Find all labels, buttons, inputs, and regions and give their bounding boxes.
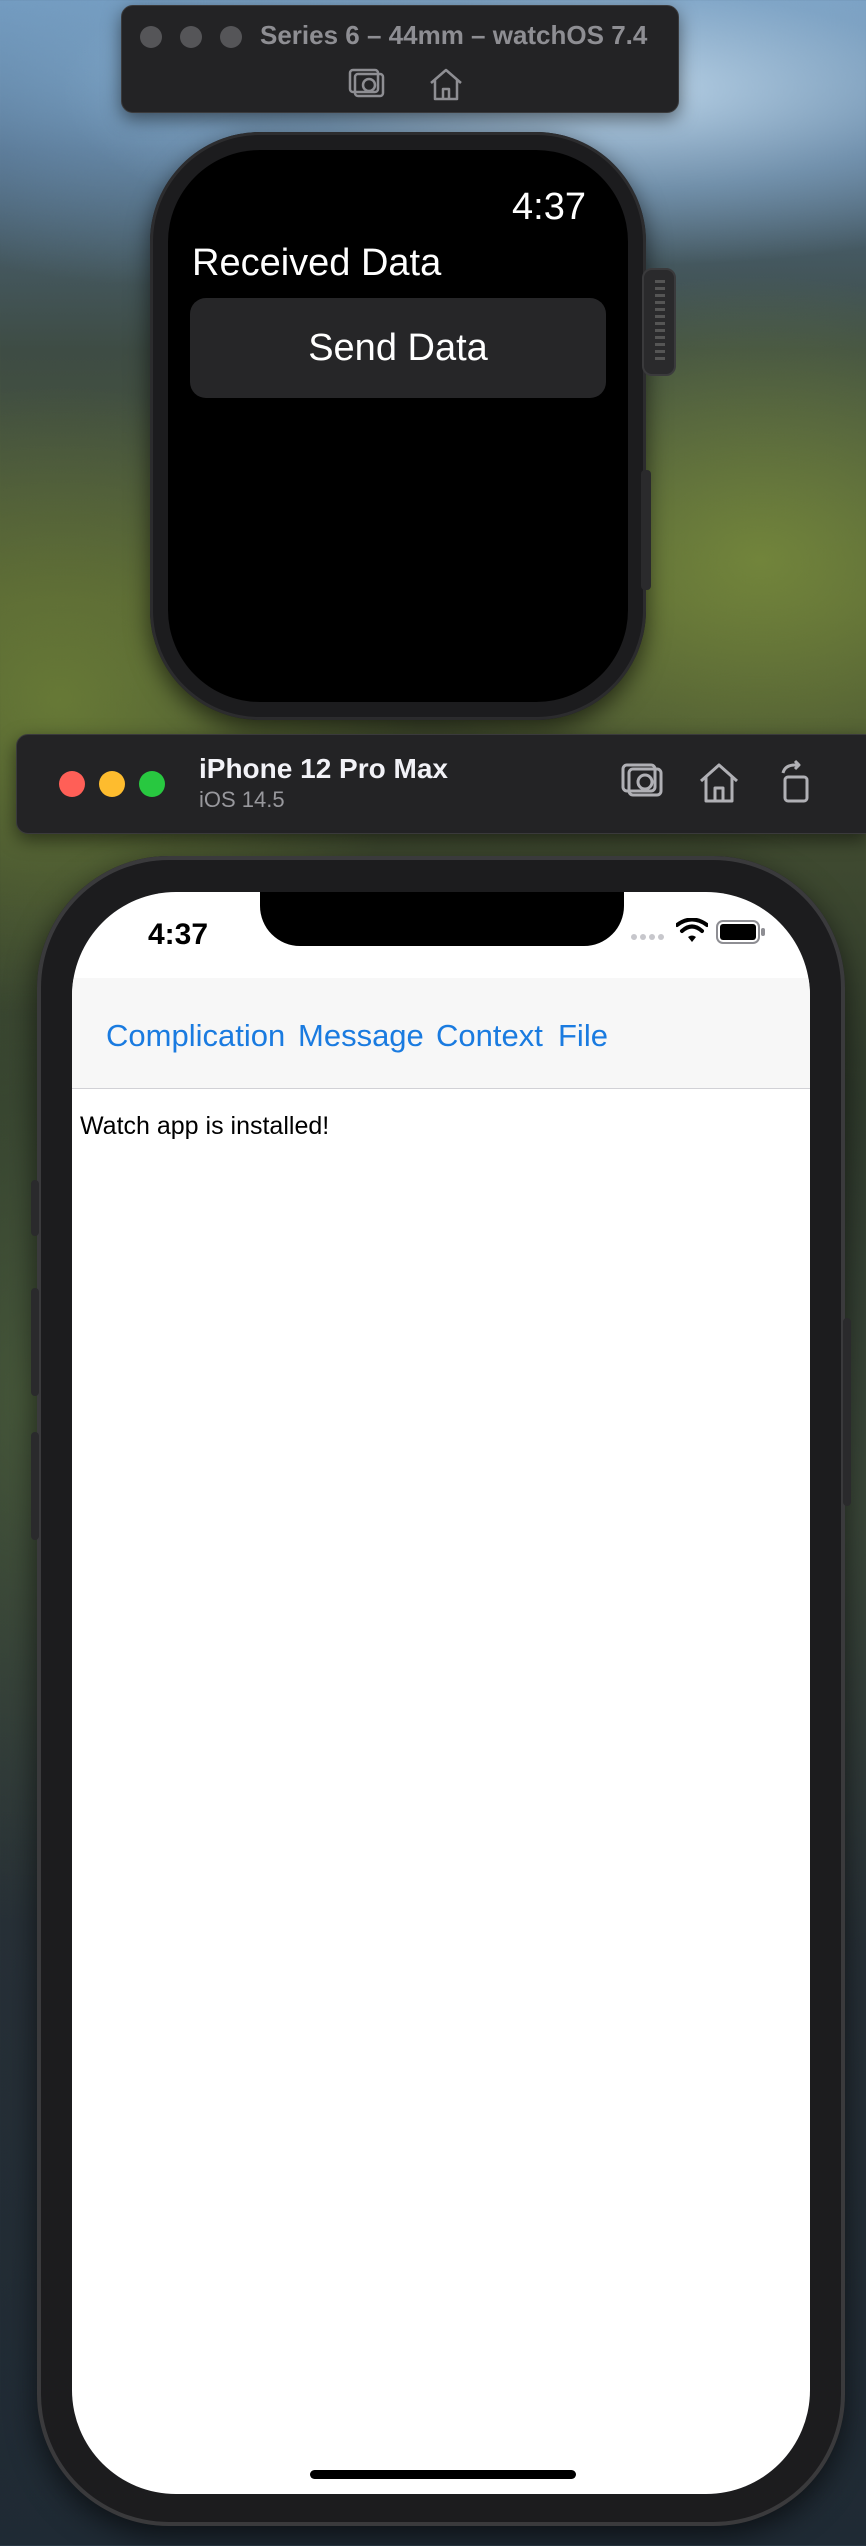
home-icon[interactable] [695,759,743,807]
watch-clock: 4:37 [512,186,586,228]
tab-file[interactable]: File [558,1018,608,1054]
status-bar-time: 4:37 [148,918,209,951]
wifi-icon [676,918,708,942]
zoom-button[interactable] [139,771,165,797]
watch-screen: 4:37 Received Data Send Data [168,150,628,702]
install-status-text: Watch app is installed! [80,1112,330,1140]
iphone-screen: 4:37 Complication Message Context File W… [72,892,810,2494]
close-dot-inactive[interactable] [140,26,162,48]
notch [260,892,624,946]
minimize-dot-inactive[interactable] [180,26,202,48]
tab-context[interactable]: Context [436,1018,543,1054]
battery-icon [716,920,765,944]
iphone-simulator-toolbar: iPhone 12 Pro Max iOS 14.5 [16,734,866,834]
cellular-signal-icon [631,934,664,940]
received-data-label: Received Data [192,242,442,284]
os-version: iOS 14.5 [199,787,285,812]
screenshot-icon[interactable] [619,759,667,807]
home-indicator[interactable] [310,2470,576,2479]
close-button[interactable] [59,771,85,797]
home-icon[interactable] [425,66,467,102]
minimize-button[interactable] [99,771,125,797]
volume-down-button[interactable] [31,1432,39,1540]
silent-switch[interactable] [31,1180,39,1236]
volume-up-button[interactable] [31,1288,39,1396]
zoom-dot-inactive[interactable] [220,26,242,48]
top-nav-bar: Complication Message Context File [72,978,810,1089]
watch-simulator-toolbar: Series 6 – 44mm – watchOS 7.4 [121,5,679,113]
rotate-icon[interactable] [773,759,821,807]
send-data-button[interactable]: Send Data [190,298,606,398]
tab-complication[interactable]: Complication [106,1018,285,1054]
power-button[interactable] [843,1318,851,1506]
digital-crown-ridges [655,280,665,360]
tab-message[interactable]: Message [298,1018,424,1054]
screenshot-icon[interactable] [347,66,389,102]
device-name: iPhone 12 Pro Max [199,753,448,784]
watch-side-button[interactable] [641,470,651,590]
watch-window-title: Series 6 – 44mm – watchOS 7.4 [260,20,648,50]
